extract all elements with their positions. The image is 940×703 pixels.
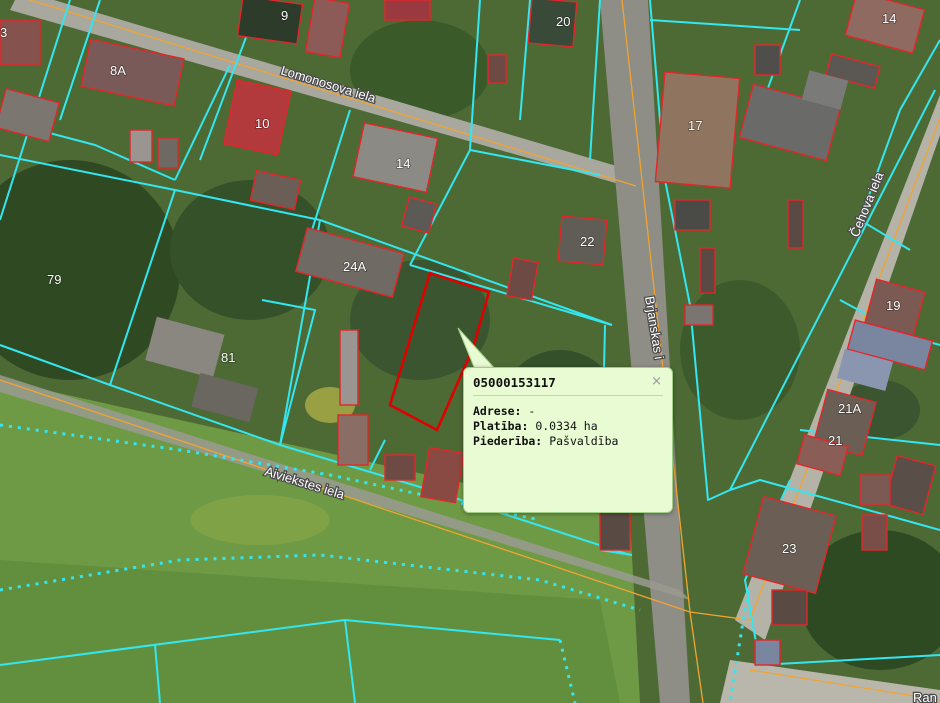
label-81: 81 <box>221 350 235 365</box>
label-3: 3 <box>0 25 7 40</box>
label-22: 22 <box>580 234 594 249</box>
label-20: 20 <box>556 14 570 29</box>
address-value: - <box>528 404 536 418</box>
area-row: Platība: 0.0334 ha <box>473 419 663 434</box>
address-label: Adrese: <box>473 404 522 418</box>
label-9: 9 <box>281 8 288 23</box>
close-icon[interactable]: × <box>651 374 662 389</box>
label-79: 79 <box>47 272 61 287</box>
label-21: 21 <box>828 433 842 448</box>
label-24a: 24A <box>343 259 366 274</box>
label-19: 19 <box>886 298 900 313</box>
label-17: 17 <box>688 118 702 133</box>
popup-title: 05000153117 <box>473 375 663 396</box>
ownership-label: Piederība: <box>473 434 543 448</box>
area-value: 0.0334 ha <box>535 419 598 433</box>
label-8a: 8A <box>110 63 126 78</box>
ownership-value: Pašvaldība <box>549 434 619 448</box>
parcel-info-popup: × 05000153117 Adrese: - Platība: 0.0334 … <box>463 367 673 513</box>
label-14-north: 14 <box>882 11 896 26</box>
label-10: 10 <box>255 116 269 131</box>
label-23: 23 <box>782 541 796 556</box>
label-21a: 21A <box>838 401 861 416</box>
label-14: 14 <box>396 156 410 171</box>
ownership-row: Piederība: Pašvaldība <box>473 434 663 449</box>
map-canvas[interactable]: 9 20 14 8A 10 17 14 22 24A 79 81 19 21A … <box>0 0 940 703</box>
area-label: Platība: <box>473 419 529 433</box>
street-ran: Ran <box>913 690 937 703</box>
address-row: Adrese: - <box>473 404 663 419</box>
